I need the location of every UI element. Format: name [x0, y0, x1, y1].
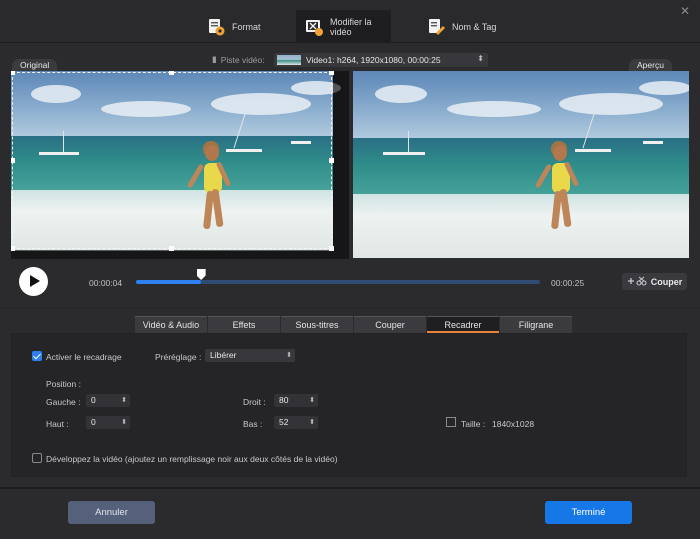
settings-tab-row: Vidéo & Audio Effets Sous-titres Couper …	[135, 316, 572, 333]
cut-button-label: Couper	[650, 276, 683, 287]
size-label: Taille :	[461, 419, 486, 429]
total-time: 00:00:25	[551, 278, 585, 288]
preset-label: Préréglage :	[155, 352, 202, 362]
timeline-progress	[136, 280, 201, 284]
crop-frame[interactable]	[11, 71, 334, 251]
right-stepper[interactable]: 80 ⬍	[274, 394, 318, 407]
crop-handle-bottom-left[interactable]	[11, 246, 15, 251]
settings-tab-video-audio[interactable]: Vidéo & Audio	[135, 316, 207, 333]
left-label: Gauche :	[46, 397, 81, 407]
size-icon	[446, 417, 456, 427]
cut-button[interactable]: Couper	[622, 273, 687, 290]
tab-name-tag[interactable]: Nom & Tag	[418, 10, 504, 43]
footer-divider	[0, 487, 700, 489]
crop-shade-bottom	[11, 250, 333, 259]
left-value: 0	[91, 395, 96, 405]
scissors-icon	[627, 276, 647, 288]
cancel-button[interactable]: Annuler	[68, 501, 155, 524]
bottom-label: Bas :	[243, 419, 263, 429]
crop-shade-right	[333, 71, 349, 259]
settings-tab-sous-titres[interactable]: Sous-titres	[281, 316, 353, 333]
right-label: Droit :	[243, 397, 266, 407]
enable-crop-label: Activer le recadrage	[46, 352, 122, 362]
crop-handle-right[interactable]	[329, 158, 334, 163]
video-track-value: Video1: h264, 1920x1080, 00:00:25	[306, 55, 441, 65]
expand-video-checkbox[interactable]	[32, 453, 42, 463]
bottom-value: 52	[279, 417, 289, 427]
bottom-stepper[interactable]: 52 ⬍	[274, 416, 318, 429]
crop-handle-top-right[interactable]	[329, 71, 334, 75]
stepper-arrows-icon[interactable]: ⬍	[309, 416, 315, 429]
top-stepper[interactable]: 0 ⬍	[86, 416, 130, 429]
chevron-updown-icon: ⬍	[477, 54, 484, 63]
top-tab-bar: ✕ Format Modifier la vidéo Nom & Tag	[0, 0, 700, 43]
video-track-select[interactable]: Video1: h264, 1920x1080, 00:00:25 ⬍	[274, 53, 488, 67]
tab-edit-video-label: Modifier la vidéo	[330, 16, 372, 37]
expand-video-label: Développez la vidéo (ajoutez un rempliss…	[46, 454, 338, 464]
timeline-knob[interactable]	[196, 269, 206, 280]
divider	[0, 307, 700, 308]
track-thumbnail	[277, 55, 301, 65]
current-time: 00:00:04	[89, 278, 123, 288]
original-video[interactable]	[11, 71, 349, 259]
settings-tab-effets[interactable]: Effets	[208, 316, 280, 333]
stepper-arrows-icon[interactable]: ⬍	[121, 416, 127, 429]
stepper-arrows-icon[interactable]: ⬍	[121, 394, 127, 407]
preset-value: Libérer	[210, 350, 237, 360]
crop-handle-top[interactable]	[169, 71, 174, 75]
position-label: Position :	[46, 379, 81, 389]
video-track-label: ▮ Piste vidéo:	[212, 54, 265, 65]
crop-handle-top-left[interactable]	[11, 71, 15, 75]
preset-select[interactable]: Libérer ⬍	[205, 349, 295, 362]
tab-format-label: Format	[232, 21, 261, 32]
tab-format[interactable]: Format	[198, 10, 269, 43]
size-value: 1840x1028	[492, 419, 535, 429]
crop-handle-left[interactable]	[11, 158, 15, 163]
left-stepper[interactable]: 0 ⬍	[86, 394, 130, 407]
chevron-updown-icon: ⬍	[286, 352, 292, 359]
settings-tab-couper[interactable]: Couper	[354, 316, 426, 333]
close-icon[interactable]: ✕	[678, 4, 692, 18]
settings-tab-filigrane[interactable]: Filigrane	[500, 316, 572, 333]
apercu-label: Aperçu	[629, 59, 672, 71]
tab-edit-video[interactable]: Modifier la vidéo	[296, 10, 391, 43]
video-track-label-text: Piste vidéo:	[220, 54, 265, 65]
crop-handle-bottom-right[interactable]	[329, 246, 334, 251]
name-tag-icon	[426, 17, 446, 37]
crop-handle-bottom[interactable]	[169, 246, 174, 251]
enable-crop-checkbox[interactable]	[32, 351, 42, 361]
original-label: Original	[12, 59, 58, 71]
timeline-slider[interactable]	[136, 269, 540, 284]
settings-tab-recadrer[interactable]: Recadrer	[427, 316, 499, 333]
play-button[interactable]	[19, 267, 48, 296]
top-label: Haut :	[46, 419, 69, 429]
top-value: 0	[91, 417, 96, 427]
right-value: 80	[279, 395, 289, 405]
edit-video-icon	[304, 17, 324, 37]
preview-video	[353, 71, 689, 258]
format-icon	[206, 17, 226, 37]
video-editor-window: ✕ Format Modifier la vidéo Nom & Tag Ori…	[0, 0, 700, 539]
done-button[interactable]: Terminé	[545, 501, 632, 524]
tab-name-tag-label: Nom & Tag	[452, 21, 497, 32]
phone-icon: ▮	[212, 54, 217, 64]
preview-video-frame	[353, 71, 689, 258]
preview-header: Original Aperçu ▮ Piste vidéo: Video1: h…	[0, 53, 700, 71]
stepper-arrows-icon[interactable]: ⬍	[309, 394, 315, 407]
